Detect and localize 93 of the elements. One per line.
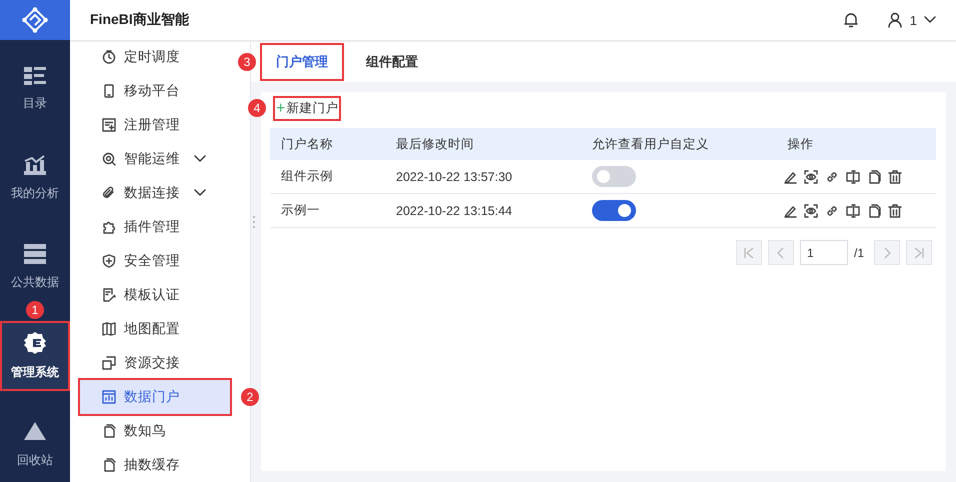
- nav-label: 管理系统: [11, 364, 59, 380]
- paperclip-icon: [102, 186, 116, 200]
- phone-icon: [102, 84, 116, 98]
- chart-window-icon: [102, 390, 116, 404]
- toggle-switch[interactable]: [592, 166, 636, 187]
- page-input[interactable]: 1: [800, 240, 848, 265]
- table-cell: 2022-10-22 13:57:30: [385, 160, 582, 194]
- bar-chart-icon: [24, 154, 46, 174]
- nav-item[interactable]: 公共数据: [0, 232, 70, 302]
- menu-item[interactable]: 定时调度: [80, 40, 230, 74]
- logo-icon[interactable]: [22, 7, 48, 33]
- menu-label: 移动平台: [124, 82, 181, 100]
- menu-item[interactable]: 抽数缓存: [80, 448, 230, 482]
- first-page-icon: [742, 246, 755, 258]
- nav-label: 我的分析: [11, 184, 59, 202]
- nav-item[interactable]: 回收站: [0, 410, 70, 480]
- chevron-down-icon[interactable]: [194, 155, 206, 163]
- new-portal-button[interactable]: +新建门户: [274, 97, 340, 120]
- eye-frame-icon[interactable]: [804, 204, 818, 218]
- edit-icon[interactable]: [782, 170, 797, 184]
- menu-label: 数据门户: [124, 388, 181, 406]
- table-cell: 组件示例: [270, 160, 386, 194]
- menu-item[interactable]: 数知鸟: [80, 414, 230, 448]
- menu-item[interactable]: 智能运维: [80, 142, 230, 176]
- document-icon: [102, 288, 116, 302]
- rename-icon[interactable]: [846, 204, 860, 218]
- list-icon: [24, 66, 46, 84]
- delete-icon[interactable]: [888, 204, 902, 218]
- app-title: FineBI商业智能: [90, 11, 190, 29]
- stack-icon: [24, 244, 46, 264]
- shield-icon: [102, 254, 116, 268]
- menu-item[interactable]: 移动平台: [80, 74, 230, 108]
- table-cell: 2022-10-22 13:15:44: [385, 194, 582, 228]
- last-page-icon: [913, 246, 925, 258]
- menu-item[interactable]: 资源交接: [80, 346, 230, 380]
- menu-label: 抽数缓存: [124, 456, 181, 474]
- menu-label: 插件管理: [124, 218, 181, 236]
- tab[interactable]: 门户管理: [261, 44, 343, 80]
- eye-frame-icon[interactable]: [804, 170, 818, 184]
- menu-label: 地图配置: [124, 320, 181, 338]
- menu-label: 安全管理: [124, 252, 181, 270]
- menu-item[interactable]: 安全管理: [80, 244, 230, 278]
- link-icon[interactable]: [824, 170, 839, 184]
- nav-item[interactable]: 我的分析: [0, 143, 70, 213]
- table-cell: 示例一: [270, 194, 386, 228]
- step-marker: 2: [241, 388, 259, 406]
- menu-label: 定时调度: [124, 48, 181, 66]
- step-marker: 4: [248, 99, 266, 117]
- edit-icon[interactable]: [782, 204, 797, 218]
- link-icon[interactable]: [824, 204, 839, 218]
- chevron-down-icon[interactable]: [194, 189, 206, 197]
- column-header: 最后修改时间: [385, 128, 582, 160]
- copy-icon[interactable]: [866, 204, 881, 218]
- pages-icon: [102, 458, 116, 472]
- nav-label: 目录: [23, 94, 47, 112]
- notification-icon[interactable]: [844, 12, 858, 28]
- page-total: /1: [854, 246, 864, 260]
- user-icon[interactable]: [888, 12, 902, 28]
- pages-icon: [102, 424, 116, 438]
- menu-item[interactable]: 数据连接: [80, 176, 230, 210]
- delete-icon[interactable]: [888, 170, 902, 184]
- column-header: 允许查看用户自定义: [581, 128, 777, 160]
- triangle-icon: [24, 422, 46, 442]
- chevron-down-icon[interactable]: [924, 16, 936, 24]
- menu-label: 数据连接: [124, 184, 181, 202]
- menu-label: 资源交接: [124, 354, 181, 372]
- clock-icon: [102, 50, 116, 64]
- squares-icon: [102, 356, 116, 370]
- column-header: 操作: [776, 128, 936, 160]
- menu-item[interactable]: 插件管理: [80, 210, 230, 244]
- gear-icon: [24, 332, 46, 354]
- nav-item[interactable]: 目录: [0, 54, 70, 124]
- menu-item[interactable]: 地图配置: [80, 312, 230, 346]
- toggle-switch[interactable]: [592, 200, 636, 221]
- menu-label: 智能运维: [124, 150, 181, 168]
- menu-label: 注册管理: [124, 116, 181, 134]
- menu-label: 模板认证: [124, 286, 181, 304]
- puzzle-icon: [102, 220, 116, 234]
- column-header: 门户名称: [270, 128, 386, 160]
- user-name[interactable]: 1: [910, 12, 917, 28]
- menu-item[interactable]: 注册管理: [80, 108, 230, 142]
- menu-label: 数知鸟: [124, 422, 167, 440]
- step-marker: 3: [238, 53, 256, 71]
- menu-item[interactable]: 模板认证: [80, 278, 230, 312]
- step-marker: 1: [26, 301, 44, 319]
- nav-label: 公共数据: [11, 274, 59, 290]
- nav-label: 回收站: [17, 452, 53, 468]
- rename-icon[interactable]: [846, 170, 860, 184]
- copy-icon[interactable]: [866, 170, 881, 184]
- tab[interactable]: 组件配置: [351, 44, 433, 80]
- map-icon: [102, 322, 116, 336]
- search-icon: [102, 152, 116, 166]
- form-icon: [102, 118, 116, 132]
